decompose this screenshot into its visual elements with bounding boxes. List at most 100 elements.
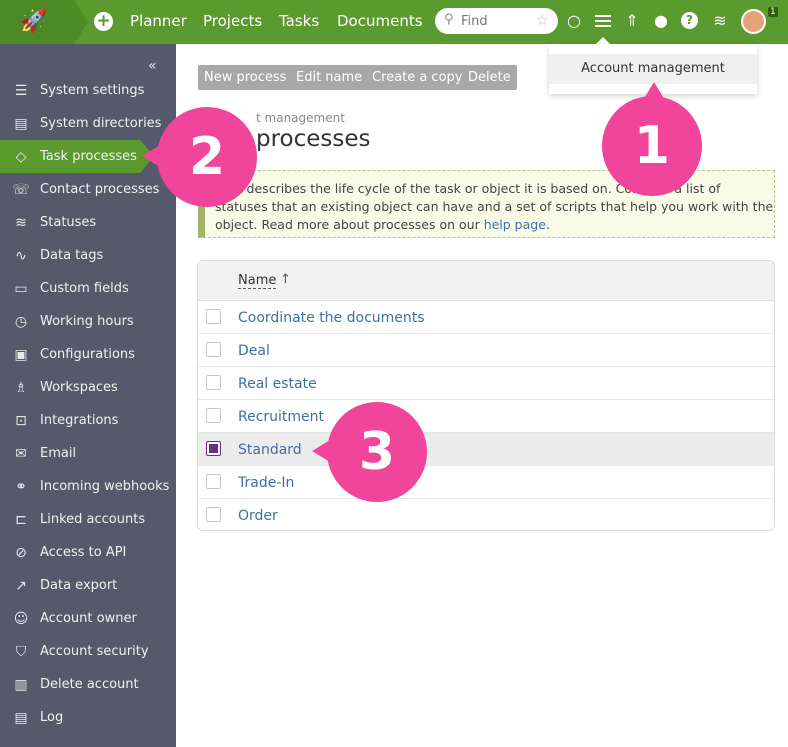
new-process-button[interactable]: New process bbox=[198, 65, 293, 90]
sidebar-item[interactable]: ☰ System settings bbox=[0, 74, 176, 107]
info-text: cess describes the life cycle of the tas… bbox=[215, 180, 775, 234]
rocket-launch-icon[interactable]: ⇑ bbox=[621, 10, 643, 32]
notification-badge: 1 bbox=[768, 7, 778, 17]
sidebar-item-label: Log bbox=[40, 710, 64, 725]
search-box[interactable]: ⚲ ☆ bbox=[435, 8, 558, 34]
sidebar-item[interactable]: ↗ Data export bbox=[0, 569, 176, 602]
add-button[interactable]: + bbox=[94, 12, 113, 31]
sidebar-item[interactable]: ◷ Working hours bbox=[0, 305, 176, 338]
sidebar-item[interactable]: ⊏ Linked accounts bbox=[0, 503, 176, 536]
export-icon: ↗ bbox=[15, 578, 27, 594]
process-name-link[interactable]: Standard bbox=[238, 441, 302, 459]
api-icon: ⊘ bbox=[15, 545, 27, 561]
row-checkbox[interactable] bbox=[206, 441, 221, 456]
process-name-link[interactable]: Order bbox=[238, 507, 278, 525]
layers-icon[interactable]: ≋ bbox=[709, 10, 731, 32]
rocket-icon: 🚀 bbox=[20, 9, 48, 34]
chat-icon[interactable]: ○ bbox=[563, 10, 585, 32]
sidebar-item[interactable]: ✉ Email bbox=[0, 437, 176, 470]
calendar-check-icon: ▣ bbox=[14, 347, 28, 363]
nav-documents[interactable]: Documents bbox=[337, 12, 423, 30]
process-icon: ◇ bbox=[15, 149, 27, 165]
menu-icon[interactable] bbox=[592, 10, 614, 32]
sidebar-item[interactable]: ⊡ Integrations bbox=[0, 404, 176, 437]
row-checkbox[interactable] bbox=[206, 507, 221, 522]
table-row[interactable]: Coordinate the documents bbox=[198, 301, 774, 334]
star-icon[interactable]: ☆ bbox=[536, 11, 549, 29]
leaf-icon[interactable]: ● bbox=[650, 10, 672, 32]
process-name-link[interactable]: Trade-In bbox=[238, 474, 294, 492]
link-icon: ⊏ bbox=[15, 512, 27, 528]
sidebar-item[interactable]: ▣ Configurations bbox=[0, 338, 176, 371]
search-input[interactable] bbox=[461, 12, 533, 30]
callout-3-pointer bbox=[312, 440, 330, 462]
table-row[interactable]: Deal bbox=[198, 334, 774, 367]
puzzle-icon: ⊡ bbox=[15, 413, 27, 429]
tag-icon: ∿ bbox=[15, 248, 27, 264]
sidebar-item[interactable]: ☏ Contact processes bbox=[0, 173, 176, 206]
help-page-link[interactable]: help page bbox=[484, 217, 546, 232]
sidebar-item[interactable]: ∿ Data tags bbox=[0, 239, 176, 272]
nav-planner[interactable]: Planner bbox=[130, 12, 187, 30]
sidebar-item-label: Statuses bbox=[40, 215, 97, 230]
trash-icon: ▥ bbox=[14, 677, 28, 693]
table-row[interactable]: Real estate bbox=[198, 367, 774, 400]
sidebar-item[interactable]: ◇ Task processes bbox=[0, 140, 140, 173]
sort-arrow-icon[interactable]: ↑ bbox=[280, 272, 291, 287]
sidebar-item[interactable]: ⛉ Account security bbox=[0, 635, 176, 668]
logo[interactable]: 🚀 bbox=[0, 0, 74, 44]
nav-tasks[interactable]: Tasks bbox=[279, 12, 319, 30]
sidebar-item-label: System directories bbox=[40, 116, 162, 131]
edit-name-button[interactable]: Edit name bbox=[290, 65, 369, 90]
sidebar-item[interactable]: ▥ Delete account bbox=[0, 668, 176, 701]
row-checkbox[interactable] bbox=[206, 375, 221, 390]
avatar[interactable] bbox=[741, 9, 766, 34]
page-title: processes bbox=[256, 126, 371, 152]
info-end: . bbox=[545, 217, 550, 232]
sidebar-item-label: Data export bbox=[40, 578, 118, 593]
row-checkbox[interactable] bbox=[206, 408, 221, 423]
table-header: Name ↑ bbox=[198, 261, 774, 301]
sidebar-item-label: Contact processes bbox=[40, 182, 160, 197]
nav-projects[interactable]: Projects bbox=[203, 12, 262, 30]
sidebar-item[interactable]: ♗ Workspaces bbox=[0, 371, 176, 404]
sidebar-item[interactable]: ▤ System directories bbox=[0, 107, 176, 140]
help-icon[interactable]: ? bbox=[681, 12, 698, 29]
create-copy-button[interactable]: Create a copy bbox=[366, 65, 469, 90]
column-name[interactable]: Name bbox=[238, 273, 277, 289]
top-bar: 🚀 + Planner Projects Tasks Documents ⚲ ☆… bbox=[0, 0, 788, 44]
sliders-icon: ☰ bbox=[14, 83, 28, 99]
sidebar-item[interactable]: ≋ Statuses bbox=[0, 206, 176, 239]
mail-icon: ✉ bbox=[15, 446, 27, 462]
statuses-icon: ≋ bbox=[15, 215, 27, 231]
callout-2-pointer bbox=[142, 145, 160, 167]
table-row[interactable]: Trade-In bbox=[198, 466, 774, 499]
sidebar-item-label: Access to API bbox=[40, 545, 127, 560]
process-name-link[interactable]: Recruitment bbox=[238, 408, 324, 426]
process-table: Name ↑ Coordinate the documents Deal Real … bbox=[197, 260, 775, 531]
search-icon: ⚲ bbox=[444, 12, 454, 27]
table-row[interactable]: Order bbox=[198, 499, 774, 530]
process-name-link[interactable]: Real estate bbox=[238, 375, 317, 393]
row-checkbox[interactable] bbox=[206, 309, 221, 324]
sidebar-item-label: Account owner bbox=[40, 611, 137, 626]
collapse-icon[interactable]: « bbox=[148, 58, 157, 74]
sidebar-item[interactable]: ▭ Custom fields bbox=[0, 272, 176, 305]
breadcrumb[interactable]: t management bbox=[256, 111, 345, 125]
sidebar-item[interactable]: ▤ Log bbox=[0, 701, 176, 734]
log-icon: ▤ bbox=[14, 710, 28, 726]
sidebar-item-label: Incoming webhooks bbox=[40, 479, 170, 494]
row-checkbox[interactable] bbox=[206, 342, 221, 357]
account-management-item[interactable]: Account management bbox=[549, 54, 757, 84]
row-checkbox[interactable] bbox=[206, 474, 221, 489]
delete-button[interactable]: Delete bbox=[462, 65, 517, 90]
process-name-link[interactable]: Deal bbox=[238, 342, 270, 360]
sidebar-item-label: Data tags bbox=[40, 248, 104, 263]
sidebar-item[interactable]: ⚭ Incoming webhooks bbox=[0, 470, 176, 503]
table-row[interactable]: Recruitment bbox=[198, 400, 774, 433]
sidebar-item[interactable]: ☺ Account owner bbox=[0, 602, 176, 635]
sidebar-item[interactable]: ⊘ Access to API bbox=[0, 536, 176, 569]
table-row[interactable]: Standard bbox=[198, 433, 774, 466]
callout-1-pointer bbox=[643, 82, 665, 100]
process-name-link[interactable]: Coordinate the documents bbox=[238, 309, 425, 327]
